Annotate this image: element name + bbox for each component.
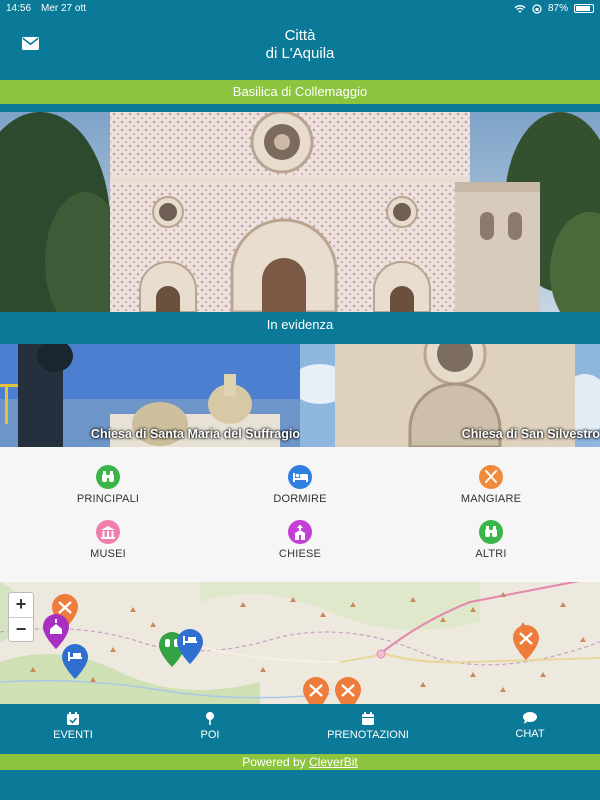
bed-icon	[288, 465, 312, 489]
binoculars-icon	[96, 465, 120, 489]
category-musei[interactable]: MUSEI	[28, 520, 188, 560]
featured-item[interactable]: Chiesa di Santa Maria del Suffragio	[0, 344, 300, 447]
battery-icon	[574, 4, 594, 13]
category-label: ALTRI	[475, 548, 507, 560]
hero-image[interactable]	[0, 112, 600, 312]
rotation-lock-icon	[532, 3, 542, 14]
tab-label: POI	[200, 729, 220, 741]
battery-percent: 87%	[547, 3, 568, 14]
tab-chat[interactable]: CHAT	[480, 704, 580, 754]
category-label: MANGIARE	[460, 493, 522, 505]
fork-knife-icon	[479, 465, 503, 489]
featured-item[interactable]: Chiesa di San Silvestro	[300, 344, 600, 447]
featured-heading: In evidenza	[0, 312, 600, 344]
category-label: CHIESE	[278, 548, 322, 560]
bottom-tab-bar: EVENTI POI PRENOTAZIONI CHAT	[0, 704, 600, 754]
calendar-check-icon	[67, 712, 79, 725]
poi-map[interactable]: + −	[0, 582, 600, 704]
app-header: 14:56 Mer 27 ott 87% Città di L'Aquila	[0, 0, 600, 80]
binoculars-icon	[479, 520, 503, 544]
museum-icon	[96, 520, 120, 544]
category-altri[interactable]: ALTRI	[411, 520, 571, 560]
category-label: PRINCIPALI	[76, 493, 140, 505]
status-date: Mer 27 ott	[41, 3, 87, 14]
zoom-control: + −	[8, 592, 34, 642]
tab-eventi[interactable]: EVENTI	[23, 704, 123, 754]
cleverbit-link[interactable]: CleverBit	[309, 755, 358, 769]
map-tiles	[0, 582, 600, 704]
tab-label: CHAT	[515, 728, 545, 740]
category-label: MUSEI	[90, 548, 126, 560]
food-marker[interactable]	[303, 677, 329, 704]
featured-caption: Chiesa di Santa Maria del Suffragio	[90, 427, 300, 441]
category-chiese[interactable]: CHIESE	[220, 520, 380, 560]
category-principali[interactable]: PRINCIPALI	[28, 465, 188, 505]
featured-carousel[interactable]: Chiesa di Santa Maria del Suffragio Chie…	[0, 344, 600, 447]
pin-icon	[206, 712, 214, 725]
category-label: DORMIRE	[273, 493, 327, 505]
food-marker[interactable]	[335, 677, 361, 704]
tab-label: EVENTI	[53, 729, 93, 741]
chat-bubble-icon	[523, 712, 537, 724]
powered-by-text: Powered by	[242, 755, 306, 769]
category-dormire[interactable]: DORMIRE	[220, 465, 380, 505]
status-right: 87%	[514, 3, 594, 14]
zoom-out-button[interactable]: −	[9, 617, 33, 641]
featured-caption: Chiesa di San Silvestro	[461, 427, 600, 441]
title-line-1: Città	[284, 27, 316, 44]
page-title: Città di L'Aquila	[0, 27, 600, 63]
tab-label: PRENOTAZIONI	[327, 729, 409, 741]
hero-caption[interactable]: Basilica di Collemaggio	[0, 80, 600, 104]
title-line-2: di L'Aquila	[265, 45, 335, 62]
powered-by-footer: Powered by CleverBit	[0, 754, 600, 770]
status-time: 14:56	[6, 3, 32, 14]
calendar-icon	[362, 712, 374, 725]
status-bar: 14:56 Mer 27 ott 87%	[6, 3, 594, 15]
category-mangiare[interactable]: MANGIARE	[411, 465, 571, 505]
tab-prenotazioni[interactable]: PRENOTAZIONI	[313, 704, 423, 754]
bottom-spacer	[0, 770, 600, 800]
tab-poi[interactable]: POI	[160, 704, 260, 754]
zoom-in-button[interactable]: +	[9, 593, 33, 617]
category-grid: PRINCIPALI DORMIRE MANGIARE MUSEI CHIESE…	[0, 447, 600, 582]
basilica-illustration	[0, 112, 600, 312]
church-icon	[288, 520, 312, 544]
wifi-icon	[514, 4, 526, 13]
